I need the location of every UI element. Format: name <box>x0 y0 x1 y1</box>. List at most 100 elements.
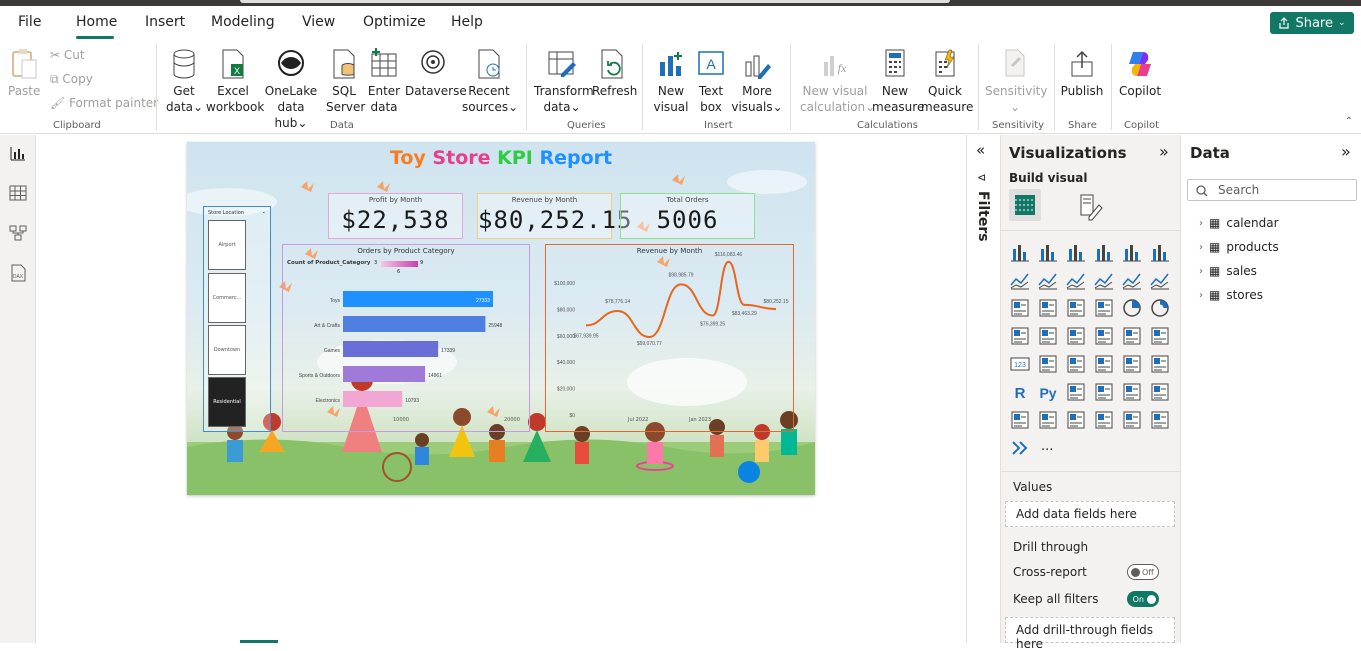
donut-icon[interactable] <box>1149 297 1171 319</box>
revenue-by-month-chart[interactable]: Revenue by Month $100,000 $80,000 $60,000 $… <box>545 244 794 432</box>
table-icon[interactable] <box>1121 353 1143 375</box>
funnel-chart-icon[interactable] <box>1065 297 1087 319</box>
100-bar-icon[interactable] <box>1121 241 1143 263</box>
chevron-right-icon[interactable]: › <box>1199 290 1203 301</box>
menu-help[interactable]: Help <box>451 14 483 30</box>
stacked-bar-icon[interactable] <box>1009 241 1031 263</box>
sql-server-button[interactable]: SQL Server <box>326 48 365 115</box>
format-visual-tab[interactable] <box>1075 191 1105 221</box>
report-view-icon[interactable] <box>8 143 28 163</box>
transform-data-button[interactable]: Transform data⌄ <box>534 48 594 115</box>
new-visual-button[interactable]: New visual <box>652 48 690 115</box>
collapse-pane-icon[interactable]: » <box>1341 142 1351 161</box>
slicer-item-airport[interactable]: Airport <box>208 220 246 270</box>
copilot-button[interactable]: Copilot <box>1118 48 1162 99</box>
r-visual-icon[interactable]: R <box>1009 381 1031 403</box>
treemap-icon[interactable] <box>1009 325 1031 347</box>
filters-title[interactable]: Filters <box>975 191 991 242</box>
area-chart-icon[interactable] <box>1037 269 1059 291</box>
funnel-icon[interactable] <box>1149 269 1171 291</box>
power-automate-icon[interactable] <box>1121 409 1143 431</box>
stacked-column-icon[interactable] <box>1037 241 1059 263</box>
dax-query-view-icon[interactable]: DAX <box>8 263 28 283</box>
cross-report-toggle[interactable]: Off <box>1127 564 1159 580</box>
card-icon[interactable]: 123 <box>1009 353 1031 375</box>
bar[interactable] <box>343 366 426 382</box>
line-chart-icon[interactable] <box>1009 269 1031 291</box>
enter-data-button[interactable]: Enter data <box>366 48 402 115</box>
multi-row-card-icon[interactable] <box>1037 353 1059 375</box>
quick-measure-button[interactable]: Quick measure <box>921 48 973 115</box>
gauge-icon[interactable] <box>1149 325 1171 347</box>
new-visual-calculation-button[interactable]: fx New visual calculation⌄ <box>800 48 875 115</box>
drill-through-drop-zone[interactable]: Add drill-through fields here <box>1005 617 1175 651</box>
paginated-report-icon[interactable] <box>1037 409 1059 431</box>
menu-insert[interactable]: Insert <box>145 14 185 30</box>
stacked-area-icon[interactable] <box>1065 269 1087 291</box>
slicer-item-downtown[interactable]: Downtown <box>208 325 246 375</box>
azure-map-icon[interactable] <box>1121 325 1143 347</box>
dataverse-button[interactable]: Dataverse <box>405 48 467 99</box>
menu-home[interactable]: Home <box>76 14 117 30</box>
kpi-card-orders[interactable]: Total Orders 5006 <box>620 193 755 239</box>
column-line-icon[interactable] <box>1037 297 1059 319</box>
new-card-icon[interactable] <box>1065 409 1087 431</box>
pie-icon[interactable] <box>1121 297 1143 319</box>
table-stores[interactable]: › ▦ stores <box>1199 288 1263 302</box>
bar[interactable] <box>343 291 493 307</box>
bar[interactable] <box>343 316 486 332</box>
filled-map-icon[interactable] <box>1065 325 1087 347</box>
values-drop-zone[interactable]: Add data fields here <box>1005 501 1175 527</box>
goals-icon[interactable] <box>1009 409 1031 431</box>
fabric-icon[interactable] <box>1149 409 1171 431</box>
recent-sources-button[interactable]: Recent sources⌄ <box>462 48 518 115</box>
excel-workbook-button[interactable]: X Excel workbook <box>206 48 264 115</box>
python-visual-icon[interactable]: Py <box>1037 381 1059 403</box>
table-view-icon[interactable] <box>8 183 28 203</box>
text-box-button[interactable]: A Text box <box>693 48 729 115</box>
more-visuals-ellipsis[interactable]: ... <box>1041 439 1053 454</box>
slicer-item-residential[interactable]: Residential <box>208 377 246 427</box>
store-location-slicer[interactable]: Store Location ⌄ Airport Commerc... Down… <box>203 206 271 432</box>
sensitivity-button[interactable]: Sensitivity ⌄ <box>985 48 1047 115</box>
kpi-card-profit[interactable]: Profit by Month $22,538 <box>328 193 463 239</box>
table-products[interactable]: › ▦ products <box>1199 240 1279 254</box>
chevron-right-icon[interactable]: › <box>1199 242 1203 253</box>
model-view-icon[interactable] <box>8 223 28 243</box>
chevron-right-icon[interactable]: › <box>1199 266 1203 277</box>
build-visual-tab[interactable] <box>1009 189 1041 221</box>
chevron-down-icon[interactable]: ⌄ <box>262 209 266 215</box>
waterfall-icon[interactable] <box>1121 269 1143 291</box>
chevron-right-icon[interactable]: › <box>1199 218 1203 229</box>
ribbon-chart-icon[interactable] <box>1093 269 1115 291</box>
bar[interactable] <box>343 391 403 407</box>
onelake-button[interactable]: OneLake data hub⌄ <box>263 48 319 131</box>
matrix-icon[interactable] <box>1149 353 1171 375</box>
get-data-button[interactable]: Get data⌄ <box>166 48 203 115</box>
collapse-pane-icon[interactable]: » <box>1159 142 1169 161</box>
menu-modeling[interactable]: Modeling <box>211 14 275 30</box>
qa-icon[interactable] <box>1121 381 1143 403</box>
shape-map-icon[interactable] <box>1093 325 1115 347</box>
copy-button[interactable]: ⧉ Copy <box>50 71 93 87</box>
table-sales[interactable]: › ▦ sales <box>1199 264 1257 278</box>
map-icon[interactable] <box>1037 325 1059 347</box>
keep-all-filters-toggle[interactable]: On <box>1127 591 1159 607</box>
chevron-icon[interactable] <box>1009 437 1031 459</box>
menu-optimize[interactable]: Optimize <box>363 14 426 30</box>
line-column-icon[interactable] <box>1009 297 1031 319</box>
paste-button[interactable]: Paste <box>8 48 40 99</box>
power-apps-icon[interactable] <box>1093 409 1115 431</box>
expand-filters-icon[interactable]: « <box>976 141 985 159</box>
report-page[interactable]: Toy Store KPI Report Profit by Month $22… <box>187 142 815 495</box>
decomposition-tree-icon[interactable] <box>1093 381 1115 403</box>
menu-view[interactable]: View <box>302 14 335 30</box>
bar[interactable] <box>343 341 439 357</box>
table-calendar[interactable]: › ▦ calendar <box>1199 216 1279 230</box>
more-visuals-button[interactable]: More visuals⌄ <box>731 48 783 115</box>
new-measure-button[interactable]: New measure <box>872 48 924 115</box>
key-influencers-icon[interactable] <box>1065 381 1087 403</box>
kpi-icon[interactable] <box>1065 353 1087 375</box>
title-search-bar[interactable] <box>240 0 950 3</box>
clustered-bar-icon[interactable] <box>1065 241 1087 263</box>
